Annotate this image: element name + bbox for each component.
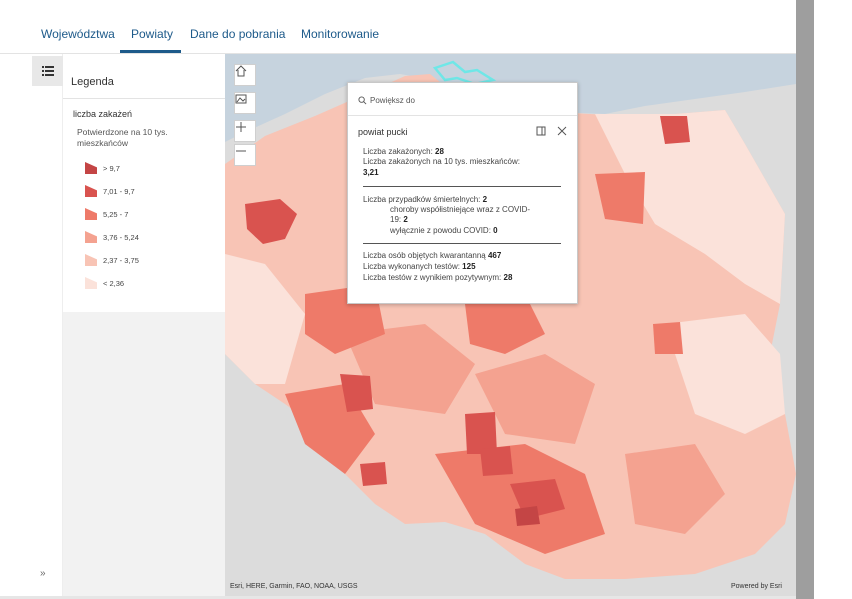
zoom-to-button[interactable]: Powiększ do [358, 96, 415, 105]
popup-line-quarantine: Liczba osób objętych kwarantanną 467 [363, 251, 502, 260]
expand-panel-button[interactable]: » [40, 568, 46, 579]
plus-icon [236, 122, 246, 132]
popup-title: powiat pucki [358, 127, 408, 137]
legend-layer-name: liczba zakażeń [73, 109, 133, 119]
legend-class-row: 2,37 - 3,75 [85, 253, 139, 267]
tab-monitorowanie[interactable]: Monitorowanie [301, 27, 379, 41]
legend-class-label: 2,37 - 3,75 [103, 255, 139, 265]
legend-swatch [85, 277, 97, 289]
popup-line-comorbid-value: 19: 2 [390, 215, 408, 224]
feature-popup: Powiększ do powiat pucki Liczba zakażony… [347, 82, 578, 304]
zoom-in-button[interactable] [234, 120, 256, 142]
legend-title: Legenda [71, 76, 114, 88]
legend-swatch [85, 185, 97, 197]
legend-class-label: 5,25 - 7 [103, 209, 129, 219]
legend-class-row: 3,76 - 5,24 [85, 230, 139, 244]
side-toolbar [0, 54, 63, 596]
dock-icon[interactable] [536, 126, 546, 136]
zoom-to-label: Powiększ do [370, 96, 415, 105]
legend-swatch [85, 231, 97, 243]
legend-class-row: 5,25 - 7 [85, 207, 128, 221]
home-button[interactable] [234, 64, 256, 86]
popup-line-deaths: Liczba przypadków śmiertelnych: 2 [363, 195, 488, 204]
legend-class-label: < 2,36 [103, 278, 125, 288]
legend-field-label: Potwierdzone na 10 tys. mieszkańców [77, 127, 168, 148]
legend-class-row: > 9,7 [85, 161, 120, 175]
hotspot-opole [360, 462, 387, 486]
legend-class-label: 3,76 - 5,24 [103, 232, 139, 242]
popup-line-cases: Liczba zakażonych: 28 [363, 147, 444, 156]
popup-separator-1 [363, 186, 561, 187]
magnifier-icon [358, 96, 367, 105]
popup-line-covid-only: wyłącznie z powodu COVID: 0 [390, 226, 498, 235]
tab-dane-do-pobrania[interactable]: Dane do pobrania [190, 27, 285, 41]
legend-class-row: < 2,36 [85, 276, 124, 290]
legend-class-label: > 9,7 [103, 163, 120, 173]
hotspot-center [465, 412, 497, 454]
legend-swatch [85, 162, 97, 174]
tab-bar: Województwa Powiaty Dane do pobrania Mon… [0, 0, 796, 54]
tab-wojewodztwa[interactable]: Województwa [41, 27, 115, 41]
map-attribution[interactable]: Esri, HERE, Garmin, FAO, NOAA, USGS [230, 583, 358, 590]
legend-class-label: 7,01 - 9,7 [103, 186, 135, 196]
zoom-out-button[interactable] [234, 144, 256, 166]
legend-panel: Legenda liczba zakażeń Potwierdzone na 1… [63, 54, 225, 312]
legend-swatch [85, 208, 97, 220]
home-icon [235, 65, 247, 77]
page-margin [814, 0, 852, 599]
minus-icon [236, 150, 246, 152]
close-icon[interactable] [556, 125, 568, 137]
legend-divider [63, 98, 225, 99]
hotspot-northeast [660, 116, 690, 144]
legend-class-row: 7,01 - 9,7 [85, 184, 135, 198]
popup-line-positive-tests: Liczba testów z wynikiem pozytywnym: 28 [363, 273, 513, 282]
powered-by[interactable]: Powered by Esri [731, 583, 782, 590]
hotspot-lodz [480, 446, 513, 476]
legend-swatch [85, 254, 97, 266]
popup-line-rate-value: 3,21 [363, 168, 379, 177]
popup-line-comorbid: choroby współistniejące wraz z COVID- [390, 205, 531, 214]
scrollbar-strip [796, 0, 814, 599]
popup-separator-2 [363, 243, 561, 244]
legend-panel-background [63, 312, 225, 596]
legend-list-icon [41, 66, 54, 76]
hotspot-krakow [515, 506, 540, 526]
active-tab-indicator [120, 50, 181, 53]
popup-divider [348, 115, 577, 116]
basemap-icon [235, 94, 247, 104]
basemap-button[interactable] [234, 92, 256, 114]
popup-line-tests: Liczba wykonanych testów: 125 [363, 262, 476, 271]
legend-toggle-button[interactable] [32, 56, 63, 86]
tab-powiaty[interactable]: Powiaty [131, 27, 173, 41]
popup-line-rate-label: Liczba zakażonych na 10 tys. mieszkańców… [363, 157, 520, 166]
hotspot-east [653, 322, 683, 354]
